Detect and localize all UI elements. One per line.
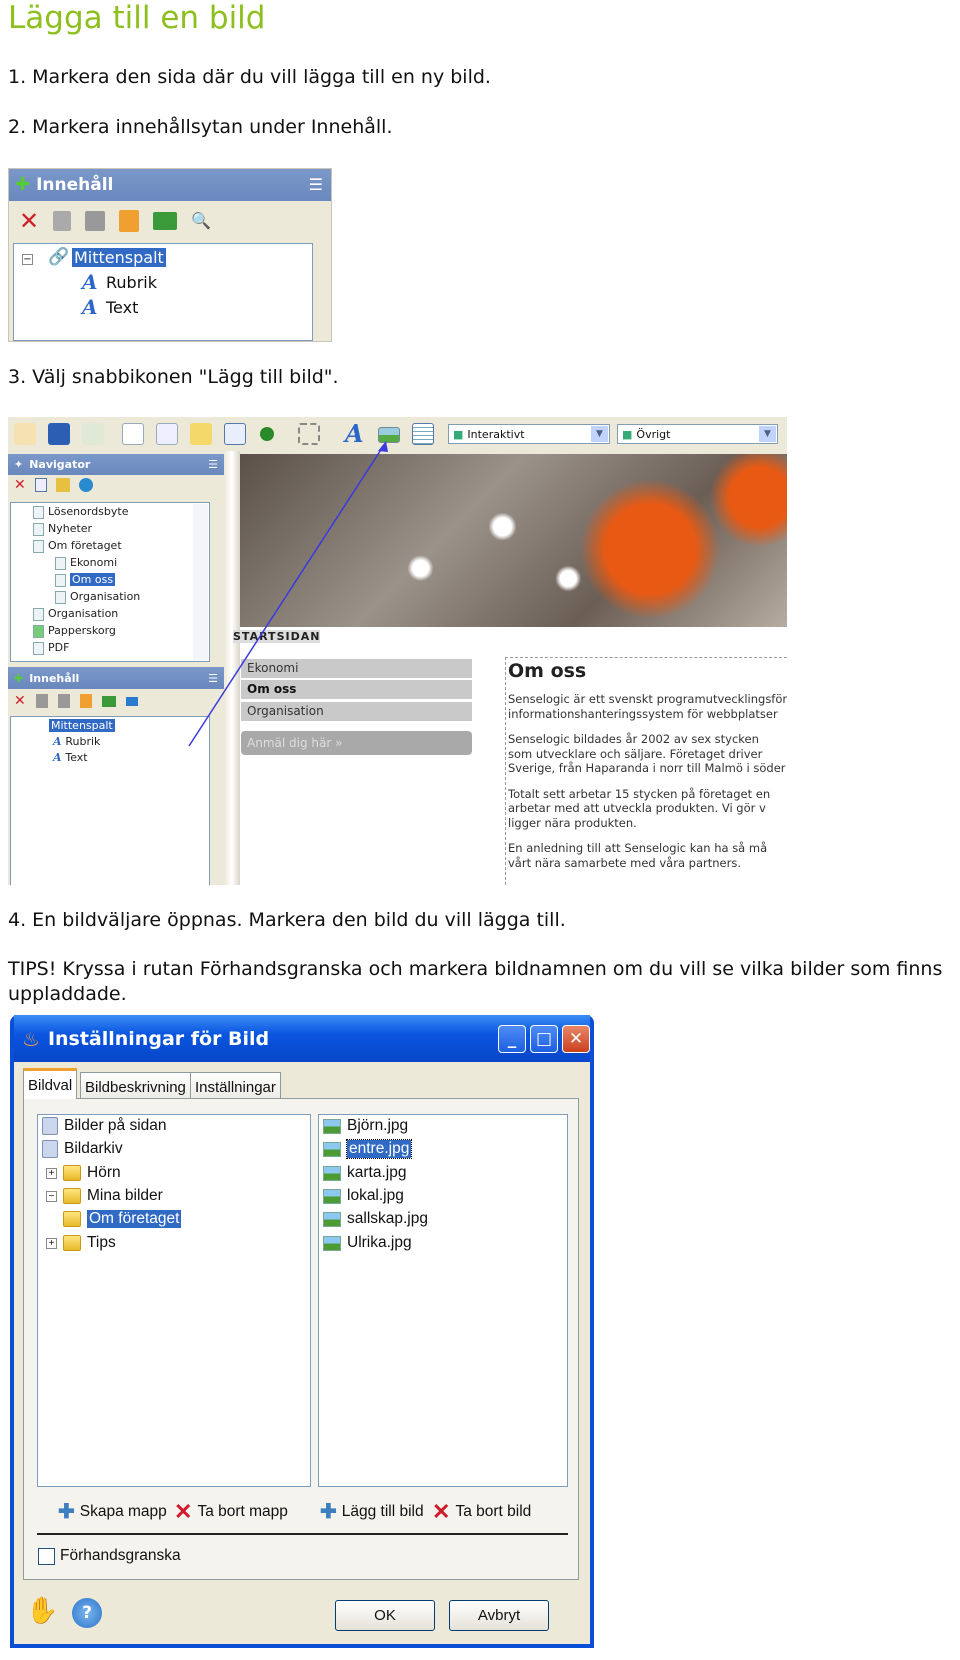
tree-item-mittenspalt[interactable]: Mittenspalt [72, 248, 166, 267]
file-list: Björn.jpg entre.jpg karta.jpg lokal.jpg … [318, 1114, 568, 1487]
separator [37, 1533, 568, 1535]
tips-line-1: TIPS! Kryssa i rutan Förhandsgranska och… [8, 958, 943, 980]
file-item[interactable]: karta.jpg [323, 1162, 406, 1184]
folder-item[interactable]: + Tips [46, 1232, 116, 1254]
checklist-icon[interactable] [53, 211, 72, 231]
annotation-arrow [188, 441, 388, 747]
plus-icon: ✚ [58, 1501, 75, 1523]
checkbox[interactable] [38, 1547, 55, 1565]
file-item[interactable]: sallskap.jpg [323, 1208, 428, 1230]
java-icon: ♨ [22, 1026, 40, 1051]
folder-item[interactable]: − Mina bilder [46, 1185, 163, 1207]
copy-icon[interactable] [85, 211, 106, 231]
content-panel-header: ✚ Innehåll ☰ [9, 169, 331, 201]
delete-image-button[interactable]: ✕ Ta bort bild [432, 1499, 531, 1525]
tab-bildbeskrivning[interactable]: Bildbeskrivning [80, 1072, 191, 1098]
text-a-icon: A [82, 295, 98, 319]
step-1: 1. Markera den sida där du vill lägga ti… [8, 66, 491, 88]
dialog-title: Inställningar för Bild [47, 1027, 270, 1050]
delete-icon: ✕ [432, 1499, 451, 1524]
delete-icon: ✕ [174, 1499, 193, 1524]
text-a-icon: A [82, 270, 98, 294]
step-3: 3. Välj snabbikonen "Lägg till bild". [8, 366, 339, 388]
plus-icon: ✚ [320, 1501, 337, 1523]
tab-installningar[interactable]: Inställningar [190, 1072, 281, 1098]
layers-icon[interactable] [153, 212, 178, 230]
folder-item[interactable]: + Hörn [46, 1162, 121, 1184]
collapse-icon[interactable]: − [22, 254, 33, 265]
image-settings-dialog: ♨ Inställningar för Bild _ □ ✕ Bilder på… [10, 1015, 594, 1648]
clip-icon: 🔗 [48, 247, 70, 267]
hand-logo-icon: ✋ [26, 1596, 59, 1626]
folder-item-selected[interactable]: Om företaget [63, 1208, 182, 1230]
step-2: 2. Markera innehållsytan under Innehåll. [8, 116, 393, 138]
file-item-selected[interactable]: entre.jpg [323, 1138, 413, 1160]
folder-tree: Bilder på sidan Bildarkiv + Hörn − Mina bi… [37, 1114, 311, 1487]
close-button[interactable]: ✕ [562, 1025, 590, 1053]
preview-icon[interactable]: 🔍 [191, 213, 211, 229]
delete-folder-button[interactable]: ✕ Ta bort mapp [174, 1499, 288, 1525]
file-item[interactable]: Ulrika.jpg [323, 1232, 412, 1254]
puzzle-icon: ✚ [15, 174, 31, 195]
minimize-button[interactable]: _ [498, 1025, 526, 1053]
add-image-button[interactable]: ✚ Lägg till bild [320, 1499, 424, 1524]
preview-checkbox[interactable]: Förhandsgranska [38, 1547, 181, 1565]
menu-list-icon[interactable]: ☰ [309, 177, 323, 193]
content-tree: − 🔗 Mittenspalt A Rubrik A Text [13, 243, 313, 341]
delete-icon[interactable]: ✕ [19, 209, 39, 233]
create-folder-button[interactable]: ✚ Skapa mapp [58, 1499, 167, 1524]
tree-item-text[interactable]: Text [106, 298, 138, 317]
tips-line-2: uppladdade. [8, 983, 127, 1005]
content-panel-title: Innehåll [36, 175, 114, 195]
tab-bildval[interactable]: Bildval [23, 1068, 78, 1099]
folder-item[interactable]: Bildarkiv [42, 1138, 123, 1160]
cancel-button[interactable]: Avbryt [449, 1600, 549, 1631]
help-icon[interactable]: ? [72, 1598, 102, 1628]
content-panel-screenshot: ✚ Innehåll ☰ ✕ 🔍 − 🔗 Mittenspalt A Rubri… [8, 168, 332, 342]
file-item[interactable]: lokal.jpg [323, 1185, 404, 1207]
editor-screenshot: A ■ Interaktivt ▼ ■ Övrigt ▼ ✦ Navigator… [8, 417, 787, 885]
step-4: 4. En bildväljare öppnas. Markera den bi… [8, 909, 566, 931]
dialog-body: Bilder på sidan Bildarkiv + Hörn − Mina bi… [14, 1062, 590, 1644]
paste-icon[interactable] [119, 210, 140, 232]
page-title: Lägga till en bild [8, 0, 266, 36]
tree-item-rubrik[interactable]: Rubrik [106, 273, 157, 292]
file-item[interactable]: Björn.jpg [323, 1115, 408, 1137]
tab-panel: Bilder på sidan Bildarkiv + Hörn − Mina bi… [23, 1098, 579, 1580]
folder-item[interactable]: Bilder på sidan [42, 1115, 167, 1137]
maximize-button[interactable]: □ [530, 1025, 558, 1053]
ok-button[interactable]: OK [335, 1600, 435, 1631]
